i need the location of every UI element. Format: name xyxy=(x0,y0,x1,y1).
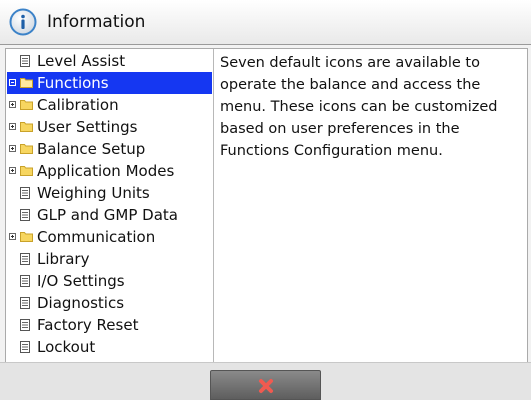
document-icon xyxy=(20,209,30,221)
tree-item[interactable]: Communication xyxy=(7,226,212,248)
folder-icon xyxy=(20,144,33,154)
folder-icon xyxy=(20,166,33,176)
expand-icon[interactable] xyxy=(9,123,16,130)
description-text: Seven default icons are available to oper… xyxy=(220,52,523,162)
document-icon xyxy=(20,253,30,265)
description-line: menu. These icons can be customized xyxy=(220,99,498,115)
title-bar: Information xyxy=(0,0,531,45)
collapse-icon[interactable] xyxy=(9,79,16,86)
menu-tree: Level Assist Functions Calibration User Set… xyxy=(6,49,214,362)
tree-item[interactable]: Calibration xyxy=(7,94,212,116)
document-icon xyxy=(20,187,30,199)
document-icon xyxy=(20,341,30,353)
tree-item-label: Weighing Units xyxy=(37,184,150,202)
document-icon xyxy=(20,275,30,287)
tree-item[interactable]: Lockout xyxy=(7,336,212,358)
tree-item[interactable]: Level Assist xyxy=(7,50,212,72)
expand-icon[interactable] xyxy=(9,167,16,174)
description-line: operate the balance and access the xyxy=(220,77,481,93)
tree-item[interactable]: GLP and GMP Data xyxy=(7,204,212,226)
content-panel: Level Assist Functions Calibration User Set… xyxy=(5,48,528,363)
tree-item[interactable]: Balance Setup xyxy=(7,138,212,160)
tree-item-label: Library xyxy=(37,250,90,268)
tree-item-label: Factory Reset xyxy=(37,316,139,334)
expand-icon[interactable] xyxy=(9,101,16,108)
folder-icon xyxy=(20,232,33,242)
page-title: Information xyxy=(47,12,146,32)
tree-item-label: Communication xyxy=(37,228,156,246)
tree-item[interactable]: Factory Reset xyxy=(7,314,212,336)
description-line: Seven default icons are available to xyxy=(220,55,480,71)
cancel-button[interactable] xyxy=(210,370,321,400)
tree-item[interactable]: Functions xyxy=(7,72,212,94)
footer-bar xyxy=(0,362,531,400)
document-icon xyxy=(20,55,30,67)
tree-item-label: Diagnostics xyxy=(37,294,125,312)
tree-item-label: Level Assist xyxy=(37,52,126,70)
folder-icon xyxy=(20,100,33,110)
document-icon xyxy=(20,319,30,331)
expand-icon[interactable] xyxy=(9,145,16,152)
tree-item-label: Lockout xyxy=(37,338,96,356)
info-circle-icon xyxy=(9,8,37,36)
tree-item[interactable]: User Settings xyxy=(7,116,212,138)
folder-icon xyxy=(20,122,33,132)
tree-item[interactable]: Weighing Units xyxy=(7,182,212,204)
tree-item-label: GLP and GMP Data xyxy=(37,206,178,224)
tree-item-label: User Settings xyxy=(37,118,138,136)
close-x-icon xyxy=(259,379,273,393)
description-line: Functions Configuration menu. xyxy=(220,143,443,159)
document-icon xyxy=(20,297,30,309)
tree-item[interactable]: Application Modes xyxy=(7,160,212,182)
tree-item[interactable]: Diagnostics xyxy=(7,292,212,314)
description-line: based on user preferences in the xyxy=(220,121,460,137)
tree-item-label: Functions xyxy=(37,74,109,92)
tree-item-label: Balance Setup xyxy=(37,140,146,158)
tree-item-label: Application Modes xyxy=(37,162,175,180)
folder-icon xyxy=(20,78,33,88)
tree-item-label: Calibration xyxy=(37,96,119,114)
tree-item[interactable]: I/O Settings xyxy=(7,270,212,292)
tree-item[interactable]: Library xyxy=(7,248,212,270)
tree-item-label: I/O Settings xyxy=(37,272,125,290)
expand-icon[interactable] xyxy=(9,233,16,240)
